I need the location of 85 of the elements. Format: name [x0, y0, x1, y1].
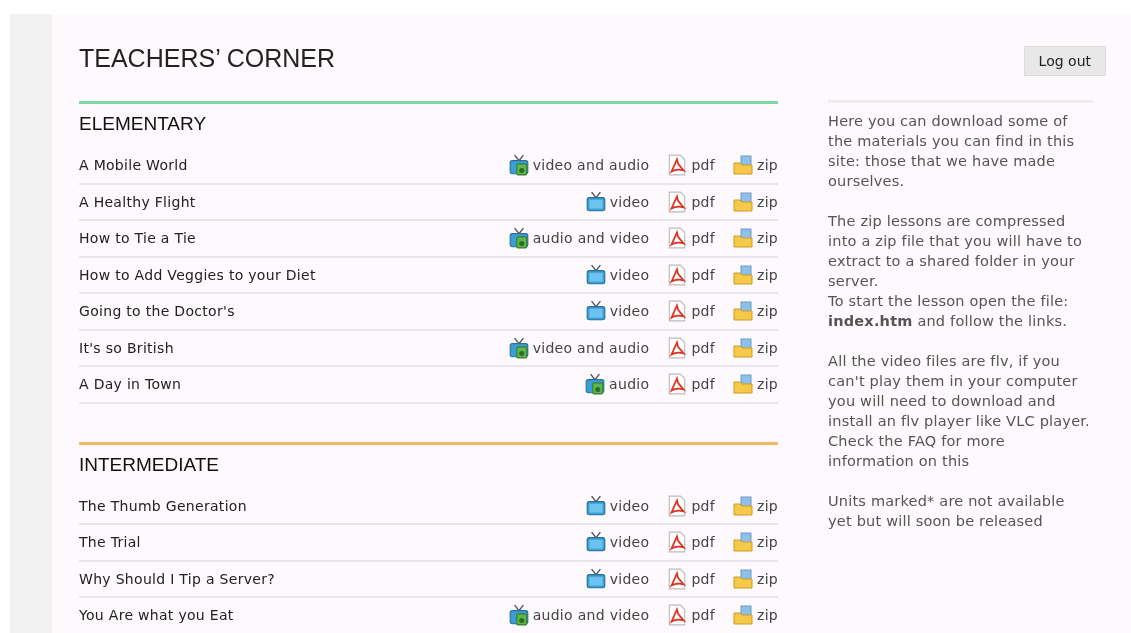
lesson-title: A Healthy Flight — [79, 193, 197, 210]
info-paragraph: Units marked* are not available yet but will soon be released — [828, 492, 1066, 531]
media-link[interactable]: video and audio — [508, 154, 650, 177]
zip-link[interactable]: zip — [733, 567, 779, 590]
media-link[interactable]: video and audio — [508, 336, 650, 359]
folder-icon — [733, 567, 753, 590]
media-link[interactable]: video — [585, 190, 650, 213]
lesson-title: How to Add Veggies to your Diet — [79, 266, 317, 283]
pdf-icon — [667, 373, 688, 396]
tv-speaker-icon — [508, 154, 529, 177]
zip-link[interactable]: zip — [733, 263, 779, 286]
folder-icon — [733, 227, 753, 250]
section-heading: ELEMENTARY — [79, 112, 208, 136]
zip-link[interactable]: zip — [733, 300, 779, 323]
zip-link[interactable]: zip — [733, 227, 779, 250]
media-link[interactable]: video — [585, 531, 650, 554]
pdf-link[interactable]: pdf — [667, 300, 715, 323]
tv-speaker-icon — [508, 604, 529, 627]
media-link[interactable]: video — [585, 494, 650, 517]
pdf-icon — [667, 154, 688, 177]
lesson-title: A Day in Town — [79, 376, 183, 393]
section-heading: INTERMEDIATE — [79, 452, 221, 477]
tv-speaker-icon — [585, 373, 606, 396]
pdf-link[interactable]: pdf — [667, 567, 715, 590]
tv-icon — [585, 190, 606, 213]
pdf-icon — [667, 190, 688, 213]
media-link[interactable]: audio and video — [508, 604, 650, 627]
info-paragraph: Here you can download some of the materials you can find in this site: those that we have made ourselves. — [828, 112, 1076, 191]
lesson-title: It's so British — [79, 339, 175, 356]
tv-icon — [585, 567, 606, 590]
tv-icon — [585, 494, 606, 517]
zip-link[interactable]: zip — [733, 190, 779, 213]
folder-icon — [733, 494, 753, 517]
pdf-icon — [667, 531, 688, 554]
info-paragraph: All the video files are flv, if you can't play them in your computer you will need to download and install an flv player like VLC player. Check the FAQ for more information on this — [828, 352, 1091, 471]
lesson-title: The Trial — [79, 534, 142, 551]
media-link[interactable]: audio and video — [508, 227, 650, 250]
tv-speaker-icon — [508, 336, 529, 359]
pdf-icon — [667, 263, 688, 286]
zip-link[interactable]: zip — [733, 336, 779, 359]
media-link[interactable]: audio — [585, 373, 650, 396]
tv-icon — [585, 531, 606, 554]
pdf-link[interactable]: pdf — [667, 373, 715, 396]
folder-icon — [733, 263, 753, 286]
pdf-icon — [667, 567, 688, 590]
lesson-title: A Mobile World — [79, 157, 189, 174]
pdf-link[interactable]: pdf — [667, 494, 715, 517]
folder-icon — [733, 373, 753, 396]
pdf-link[interactable]: pdf — [667, 263, 715, 286]
folder-icon — [733, 300, 753, 323]
pdf-link[interactable]: pdf — [667, 604, 715, 627]
pdf-link[interactable]: pdf — [667, 227, 715, 250]
pdf-link[interactable]: pdf — [667, 531, 715, 554]
pdf-icon — [667, 227, 688, 250]
folder-icon — [733, 336, 753, 359]
tv-icon — [585, 263, 606, 286]
pdf-icon — [667, 494, 688, 517]
zip-link[interactable]: zip — [733, 494, 779, 517]
tv-icon — [585, 300, 606, 323]
zip-link[interactable]: zip — [733, 604, 779, 627]
media-link[interactable]: video — [585, 567, 650, 590]
zip-link[interactable]: zip — [733, 531, 779, 554]
lesson-title: How to Tie a Tie — [79, 230, 198, 247]
zip-link[interactable]: zip — [733, 154, 779, 177]
folder-icon — [733, 531, 753, 554]
tv-speaker-icon — [508, 227, 529, 250]
lesson-title: The Thumb Generation — [79, 497, 248, 514]
pdf-icon — [667, 604, 688, 627]
folder-icon — [733, 154, 753, 177]
pdf-link[interactable]: pdf — [667, 154, 715, 177]
pdf-link[interactable]: pdf — [667, 336, 715, 359]
folder-icon — [733, 604, 753, 627]
zip-link[interactable]: zip — [733, 373, 779, 396]
pdf-link[interactable]: pdf — [667, 190, 715, 213]
lesson-title: Going to the Doctor's — [79, 303, 236, 320]
page-title: TEACHERS’ CORNER — [79, 43, 337, 73]
folder-icon — [733, 190, 753, 213]
pdf-icon — [667, 336, 688, 359]
logout-button[interactable]: Log out — [1023, 46, 1106, 76]
lesson-title: You Are what you Eat — [79, 607, 235, 624]
pdf-icon — [667, 300, 688, 323]
info-paragraph: The zip lessons are compressed into a zip file that you will have to extract to a shared folder in your server. To start the lesson open the file: index.htm and follow the links. — [828, 212, 1084, 331]
lesson-title: Why Should I Tip a Server? — [79, 570, 276, 587]
media-link[interactable]: video — [585, 263, 650, 286]
media-link[interactable]: video — [585, 300, 650, 323]
